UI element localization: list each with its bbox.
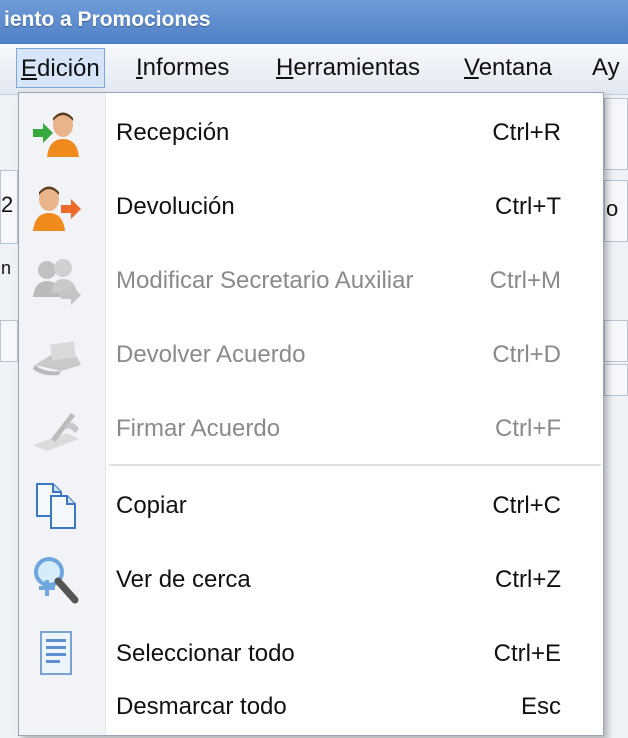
background-text: o <box>606 196 619 221</box>
background-text: 2 <box>1 192 14 217</box>
menu-ventana[interactable]: Ventana <box>460 48 556 88</box>
background-panel-left <box>0 320 18 362</box>
window-title: iento a Promociones <box>4 8 211 31</box>
menu-item-modificar-secretario[interactable]: Modificar Secretario Auxiliar Ctrl+M <box>19 244 603 318</box>
background-toolbar-right <box>604 98 628 170</box>
copy-icon <box>31 482 83 530</box>
menu-item-desmarcar-todo[interactable]: Desmarcar todo Esc <box>19 679 603 735</box>
background-panel-right-2 <box>604 364 628 396</box>
menu-separator <box>109 464 601 467</box>
menu-item-firmar-acuerdo[interactable]: Firmar Acuerdo Ctrl+F <box>19 392 603 466</box>
user-receive-icon <box>31 109 83 157</box>
hand-document-icon <box>31 331 83 379</box>
menu-item-devolucion[interactable]: Devolución Ctrl+T <box>19 170 603 244</box>
menu-item-copiar[interactable]: Copiar Ctrl+C <box>19 469 603 543</box>
menu-item-devolver-acuerdo[interactable]: Devolver Acuerdo Ctrl+D <box>19 318 603 392</box>
menu-informes[interactable]: Informes <box>132 48 233 88</box>
menu-bar: Edición Informes Herramientas Ventana Ay <box>0 44 628 95</box>
sign-pen-icon <box>31 405 83 453</box>
background-text: n <box>1 258 12 278</box>
edicion-dropdown-menu: Recepción Ctrl+R Devolución Ctrl+T Modif… <box>18 92 604 736</box>
users-transfer-icon <box>31 257 83 305</box>
select-all-icon <box>31 630 83 678</box>
zoom-icon <box>31 556 83 604</box>
title-bar: iento a Promociones <box>0 0 628 44</box>
menu-ayuda[interactable]: Ay <box>588 48 624 88</box>
user-return-icon <box>31 183 83 231</box>
background-panel-right <box>604 320 628 362</box>
menu-item-recepcion[interactable]: Recepción Ctrl+R <box>19 96 603 170</box>
menu-herramientas[interactable]: Herramientas <box>272 48 424 88</box>
menu-edicion[interactable]: Edición <box>16 48 105 88</box>
menu-item-ver-de-cerca[interactable]: Ver de cerca Ctrl+Z <box>19 543 603 617</box>
